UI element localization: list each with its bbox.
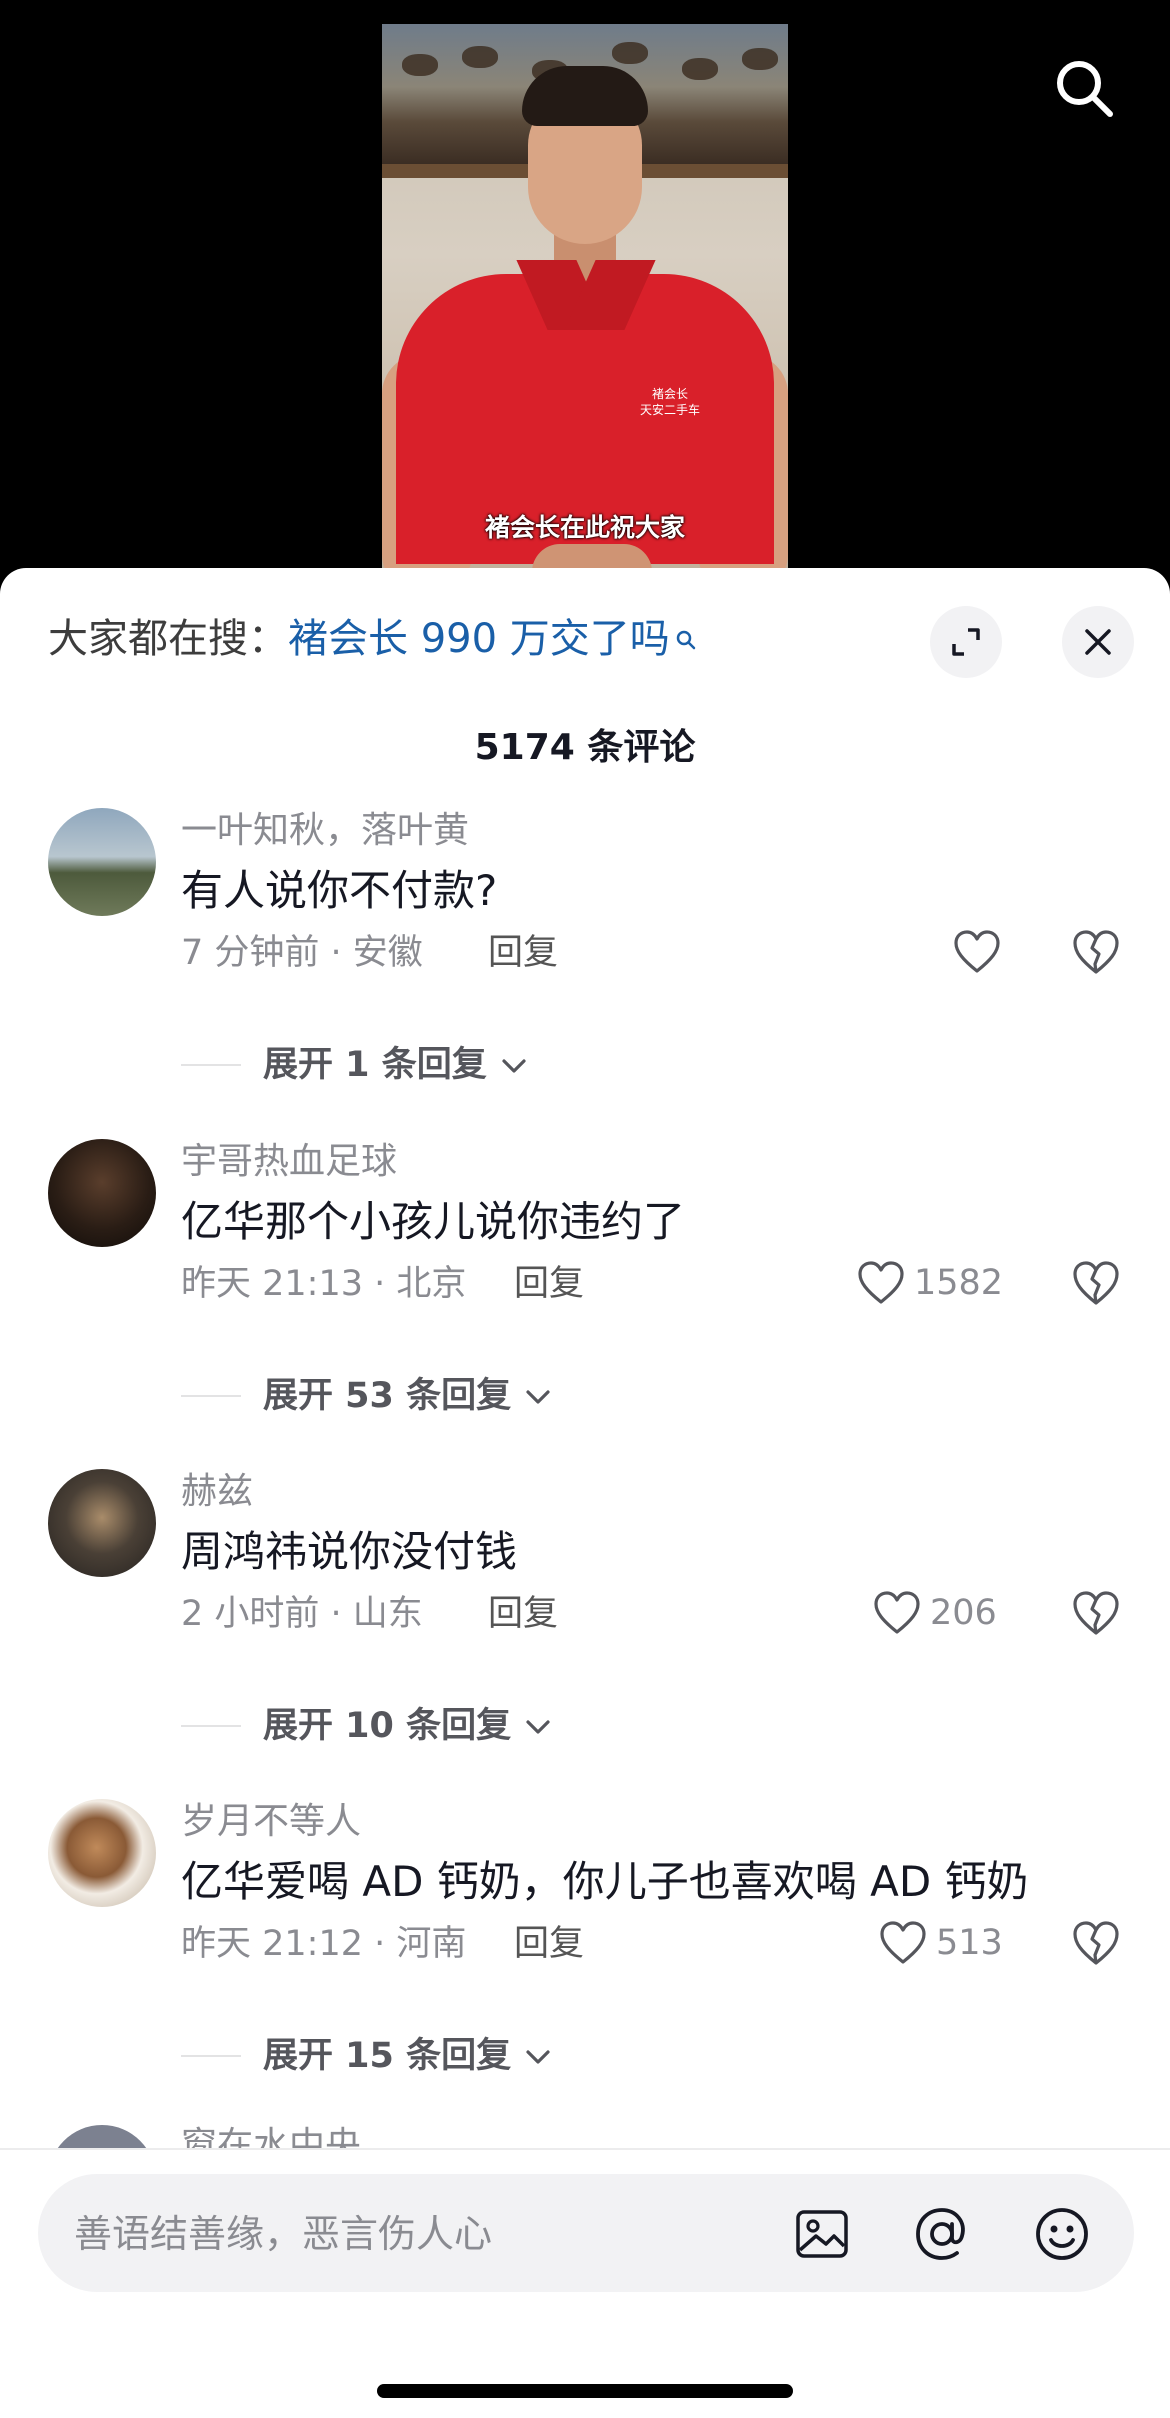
avatar[interactable]: [48, 1799, 156, 1907]
chevron-down-icon: [526, 1720, 550, 1734]
video-subtitle: 褚会长在此祝大家: [484, 513, 685, 542]
divider: [181, 1064, 241, 1066]
like-count: 513: [936, 1923, 1003, 1963]
expand-replies-label: 展开 10 条回复: [263, 1701, 553, 1751]
search-suggestion[interactable]: 大家都在搜：褚会长 990 万交了吗: [48, 614, 698, 664]
reply-button[interactable]: 回复: [488, 1591, 558, 1637]
chevron-down-icon: [526, 2050, 550, 2064]
heart-icon: [858, 1261, 904, 1304]
comment-username[interactable]: 宇哥热血足球: [181, 1139, 397, 1185]
expand-replies-label: 展开 53 条回复: [263, 1371, 553, 1421]
shirt-logo: 褚会长 天安二手车: [640, 387, 701, 417]
comment-item: 宇哥热血足球 亿华那个小孩儿说你违约了 昨天 21:13 · 北京 回复 158…: [0, 1139, 1170, 1469]
close-icon: [1085, 629, 1111, 655]
comment-meta: 昨天 21:12 · 河南: [181, 1924, 467, 1964]
like-count: 206: [930, 1593, 997, 1633]
expand-icon: [952, 628, 980, 656]
comment-item: 岁月不等人 亿华爱喝 AD 钙奶，你儿子也喜欢喝 AD 钙奶 昨天 21:12 …: [0, 1799, 1170, 2129]
comment-input[interactable]: [72, 2174, 796, 2294]
expand-replies-label: 展开 15 条回复: [263, 2031, 553, 2081]
comment-count: 5174 条评论: [474, 727, 696, 768]
comment-text: 周鸿祎说你没付钱: [181, 1527, 518, 1576]
comment-item: 一叶知秋，落叶黄 有人说你不付款? 7 分钟前 · 安徽 回复 展开 1 条回复: [0, 808, 1170, 1138]
chevron-down-icon: [502, 1059, 526, 1073]
broken-heart-icon: [1073, 1921, 1119, 1965]
broken-heart-icon: [1073, 1591, 1119, 1635]
like-count: 1582: [914, 1263, 1004, 1303]
comment-username[interactable]: 赫兹: [181, 1469, 253, 1515]
comment-username[interactable]: 岁月不等人: [181, 1799, 361, 1845]
reply-button[interactable]: 回复: [514, 1921, 584, 1967]
close-button[interactable]: [1062, 606, 1134, 678]
dislike-button[interactable]: [1070, 1587, 1122, 1639]
heart-icon: [880, 1921, 926, 1964]
comment-meta: 7 分钟前 · 安徽: [181, 933, 423, 973]
heart-icon: [874, 1591, 920, 1634]
comment-item: 赫兹 周鸿祎说你没付钱 2 小时前 · 山东 回复 206 展开 10 条回复: [0, 1469, 1170, 1799]
search-suggestion-prefix: 大家都在搜：: [48, 616, 288, 662]
avatar[interactable]: [48, 1139, 156, 1247]
video-player[interactable]: 褚会长 天安二手车 褚会长在此祝大家: [0, 0, 1170, 600]
comment-sheet: 大家都在搜：褚会长 990 万交了吗 5174 条评论 一叶知秋，落叶黄 有人说…: [0, 568, 1170, 2416]
like-button[interactable]: 513: [878, 1915, 1003, 1971]
comment-meta: 昨天 21:13 · 北京: [181, 1264, 467, 1304]
expand-button[interactable]: [930, 606, 1002, 678]
broken-heart-icon: [1073, 930, 1119, 974]
divider: [181, 1395, 241, 1397]
broken-heart-icon: [1073, 1261, 1119, 1305]
comment-text: 有人说你不付款?: [181, 866, 498, 915]
small-search-icon: [674, 614, 698, 664]
heart-icon: [954, 930, 1000, 973]
comment-username[interactable]: 一叶知秋，落叶黄: [181, 808, 469, 854]
comment-text: 亿华爱喝 AD 钙奶，你儿子也喜欢喝 AD 钙奶: [181, 1857, 1029, 1906]
avatar[interactable]: [48, 808, 156, 916]
emoji-icon[interactable]: [1032, 2204, 1092, 2264]
comment-input-container[interactable]: [38, 2174, 1134, 2294]
reply-button[interactable]: 回复: [514, 1261, 584, 1307]
at-icon[interactable]: [912, 2204, 972, 2264]
dislike-button[interactable]: [1070, 1257, 1122, 1309]
dislike-button[interactable]: [1070, 926, 1122, 978]
search-suggestion-term[interactable]: 褚会长 990 万交了吗: [288, 616, 670, 662]
image-icon[interactable]: [792, 2204, 852, 2264]
like-button[interactable]: 1582: [856, 1255, 1003, 1311]
dislike-button[interactable]: [1070, 1917, 1122, 1969]
like-button[interactable]: [952, 924, 1002, 980]
avatar[interactable]: [48, 1469, 156, 1577]
divider: [181, 2055, 241, 2057]
search-icon[interactable]: [1052, 56, 1116, 120]
comment-text: 亿华那个小孩儿说你违约了: [181, 1197, 686, 1246]
divider: [181, 1725, 241, 1727]
reply-button[interactable]: 回复: [488, 930, 558, 976]
chevron-down-icon: [526, 1390, 550, 1404]
expand-replies-label: 展开 1 条回复: [263, 1040, 529, 1090]
comment-meta: 2 小时前 · 山东: [181, 1594, 423, 1634]
comment-input-bar: [0, 2148, 1170, 2418]
video-frame: 褚会长 天安二手车 褚会长在此祝大家: [382, 24, 788, 600]
like-button[interactable]: 206: [872, 1585, 997, 1641]
home-indicator[interactable]: [377, 2384, 793, 2398]
